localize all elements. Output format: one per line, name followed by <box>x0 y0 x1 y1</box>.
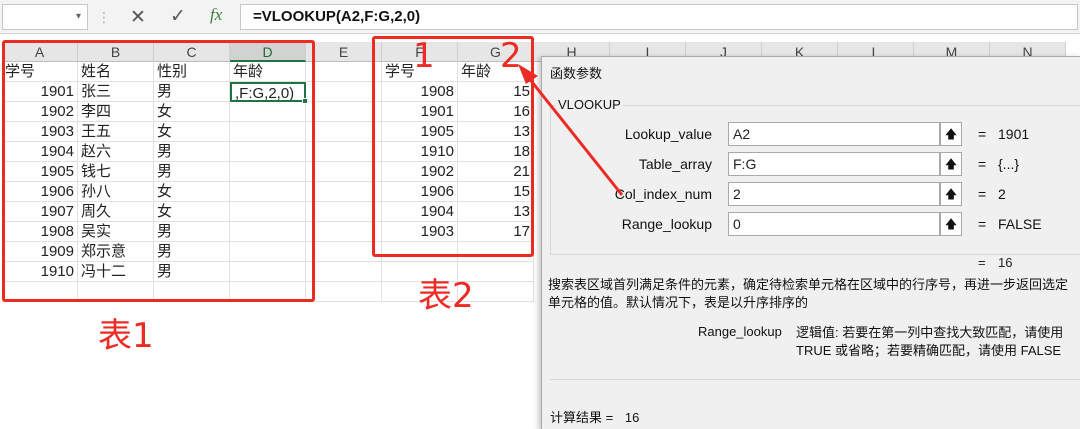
column-header-e[interactable]: E <box>306 42 382 62</box>
formula-bar: ▾ ⋮ ✕ ✓ fx =VLOOKUP(A2,F:G,2,0) <box>0 0 1080 34</box>
dialog-title: 函数参数 <box>550 66 603 81</box>
lookup-value-input[interactable]: A2 <box>728 122 940 146</box>
cell[interactable] <box>306 62 382 82</box>
insert-function-icon[interactable]: fx <box>210 5 222 25</box>
arg-label: Range_lookup <box>621 216 712 232</box>
cell[interactable] <box>306 182 382 202</box>
formula-input[interactable]: =VLOOKUP(A2,F:G,2,0) <box>240 4 1078 30</box>
divider <box>550 379 1080 380</box>
collapse-icon[interactable]: 🡅 <box>940 182 962 206</box>
range-lookup-help-name: Range_lookup <box>698 324 782 339</box>
range-lookup-input[interactable]: 0 <box>728 212 940 236</box>
col-index-num-input[interactable]: 2 <box>728 182 940 206</box>
column2-annotation: 2 <box>500 36 522 76</box>
arg-result: {...} <box>998 156 1020 172</box>
collapse-icon[interactable]: 🡅 <box>940 152 962 176</box>
cell[interactable] <box>306 242 382 262</box>
arg-equals: = <box>978 156 987 172</box>
formula-text: =VLOOKUP(A2,F:G,2,0) <box>253 8 421 25</box>
table1-annotation: 表1 <box>98 316 154 356</box>
cell[interactable] <box>306 262 382 282</box>
arg-equals: = <box>978 216 987 232</box>
range-lookup-help-text: 逻辑值: 若要在第一列中查找大致匹配，请使用 TRUE 或省略；若要精确匹配，请… <box>796 325 1064 358</box>
arg-equals: = <box>978 186 987 202</box>
table2-annotation: 表2 <box>418 276 474 316</box>
arg-label: Lookup_value <box>624 126 712 142</box>
calculation-result: 计算结果 = 16 <box>550 407 639 426</box>
arg-result: 1901 <box>998 126 1030 142</box>
function-description: 搜索表区域首列满足条件的元素，确定待检索单元格在区域中的行序号，再进一步返回选定… <box>548 277 1069 310</box>
function-name: VLOOKUP <box>556 97 623 112</box>
arg-equals: = <box>978 126 987 142</box>
enter-icon[interactable]: ✓ <box>170 5 186 28</box>
cell[interactable] <box>306 202 382 222</box>
formula-result-equals: = <box>978 255 986 270</box>
arg-result: FALSE <box>998 216 1042 232</box>
grip-icon: ⋮ <box>97 9 111 25</box>
cell[interactable] <box>306 82 382 102</box>
calc-value: 16 <box>624 410 640 425</box>
cell[interactable] <box>306 142 382 162</box>
name-box[interactable]: ▾ <box>2 4 88 30</box>
chevron-down-icon[interactable]: ▾ <box>76 11 81 22</box>
arg-label: Table_array <box>638 156 712 172</box>
column1-annotation: 1 <box>413 36 435 76</box>
table-array-input[interactable]: F:G <box>728 152 940 176</box>
arg-result: 2 <box>998 186 1006 202</box>
arg-label: Col_index_num <box>614 186 712 202</box>
function-arguments-dialog: 函数参数 VLOOKUP Lookup_value A2 🡅 = 1901 Ta… <box>541 56 1080 429</box>
cancel-icon[interactable]: ✕ <box>130 6 146 29</box>
cell[interactable] <box>306 162 382 182</box>
cell[interactable] <box>306 282 382 302</box>
cell[interactable] <box>306 102 382 122</box>
cell[interactable] <box>306 222 382 242</box>
collapse-icon[interactable]: 🡅 <box>940 122 962 146</box>
table1-highlight-box <box>2 40 315 302</box>
calc-label: 计算结果 = <box>550 410 614 425</box>
collapse-icon[interactable]: 🡅 <box>940 212 962 236</box>
formula-result: 16 <box>998 255 1013 270</box>
cell[interactable] <box>306 122 382 142</box>
